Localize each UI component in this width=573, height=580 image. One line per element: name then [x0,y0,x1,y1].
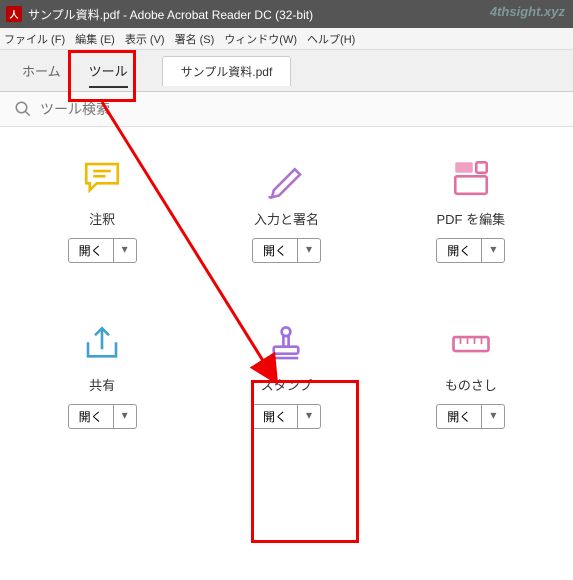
watermark: 4thsight.xyz [490,4,565,19]
open-button[interactable]: 開く ▾ [252,238,321,263]
search-bar [0,92,573,127]
menu-help[interactable]: ヘルプ(H) [307,31,355,47]
tabbar: ホーム ツール サンプル資料.pdf [0,50,573,92]
edit-icon [450,157,492,199]
dropdown-icon[interactable]: ▾ [114,239,136,262]
tool-label: 注釈 [89,209,115,228]
share-icon [81,323,123,365]
tool-label: PDF を編集 [437,209,506,228]
comment-icon [81,157,123,199]
titlebar: 人 サンプル資料.pdf - Adobe Acrobat Reader DC (… [0,0,573,28]
menu-edit[interactable]: 編集 (E) [75,31,115,47]
dropdown-icon[interactable]: ▾ [298,239,320,262]
tool-label: 入力と署名 [254,209,319,228]
open-button[interactable]: 開く ▾ [436,238,505,263]
menu-window[interactable]: ウィンドウ(W) [224,31,297,47]
open-button[interactable]: 開く ▾ [68,404,137,429]
open-button[interactable]: 開く ▾ [252,404,321,429]
search-input[interactable] [40,101,559,117]
tool-stamp[interactable]: スタンプ 開く ▾ [204,323,368,429]
tool-edit-pdf[interactable]: PDF を編集 開く ▾ [389,157,553,263]
window-title: サンプル資料.pdf - Adobe Acrobat Reader DC (32… [28,6,313,23]
menu-sign[interactable]: 署名 (S) [175,31,215,47]
ruler-icon [450,323,492,365]
stamp-icon [265,323,307,365]
open-button[interactable]: 開く ▾ [436,404,505,429]
pen-icon [265,157,307,199]
menu-view[interactable]: 表示 (V) [125,31,165,47]
menu-file[interactable]: ファイル (F) [4,31,65,47]
tool-label: スタンプ [261,375,313,394]
open-button[interactable]: 開く ▾ [68,238,137,263]
pdf-file-icon: 人 [6,6,22,22]
tab-home[interactable]: ホーム [8,51,75,90]
dropdown-icon[interactable]: ▾ [298,405,320,428]
tool-label: 共有 [89,375,115,394]
tab-tools[interactable]: ツール [75,51,142,90]
search-icon [14,100,32,118]
dropdown-icon[interactable]: ▾ [482,239,504,262]
tool-label: ものさし [445,375,497,394]
menubar: ファイル (F) 編集 (E) 表示 (V) 署名 (S) ウィンドウ(W) ヘ… [0,28,573,50]
dropdown-icon[interactable]: ▾ [482,405,504,428]
tool-share[interactable]: 共有 開く ▾ [20,323,184,429]
dropdown-icon[interactable]: ▾ [114,405,136,428]
tools-grid: 注釈 開く ▾ 入力と署名 開く ▾ PDF を編集 開く ▾ 共有 開く [0,127,573,459]
tool-comment[interactable]: 注釈 開く ▾ [20,157,184,263]
tab-document[interactable]: サンプル資料.pdf [162,56,292,86]
tool-fill-sign[interactable]: 入力と署名 開く ▾ [204,157,368,263]
tool-measure[interactable]: ものさし 開く ▾ [389,323,553,429]
